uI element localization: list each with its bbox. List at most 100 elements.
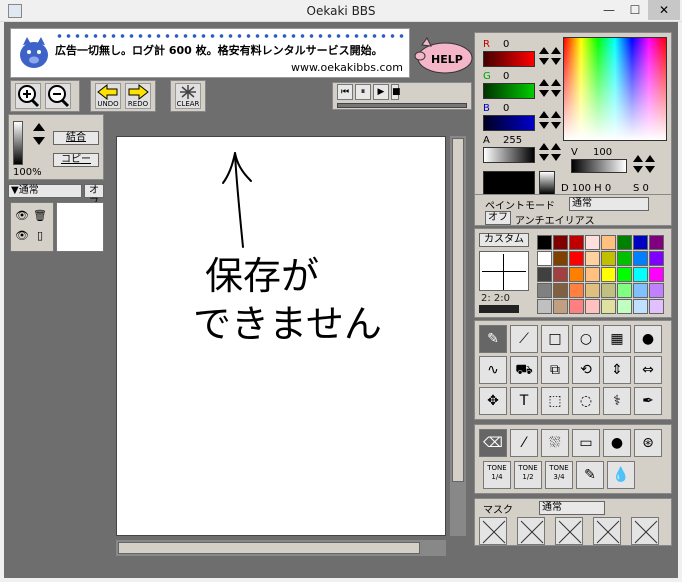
palette-swatch[interactable] [633, 267, 648, 282]
pen-icon[interactable]: ✎ [479, 325, 507, 353]
mask-mode-select[interactable]: 通常 [539, 501, 605, 515]
palette-swatch[interactable] [601, 235, 616, 250]
select-icon[interactable]: ⬚ [541, 387, 569, 415]
flip-h-icon[interactable]: ⇔ [634, 356, 662, 384]
canvas-vertical-scrollbar[interactable] [450, 136, 466, 536]
color-picker-square[interactable] [563, 37, 667, 141]
brush-size-bar[interactable] [479, 305, 519, 313]
filled-circle-icon[interactable]: ● [634, 325, 662, 353]
dropper-icon[interactable]: ✒ [634, 387, 662, 415]
palette-swatch[interactable] [553, 299, 568, 314]
play-button[interactable]: ▶ [373, 84, 389, 100]
antialias-toggle[interactable]: オフ [485, 211, 511, 225]
r-down-icon[interactable] [539, 58, 549, 65]
close-button[interactable]: ✕ [648, 0, 680, 20]
smudge-icon[interactable]: ⊛ [634, 429, 662, 457]
filled-rect-icon[interactable]: ▦ [603, 325, 631, 353]
palette-swatch[interactable] [585, 299, 600, 314]
layer-visibility-toggle[interactable]: オフ [84, 184, 104, 208]
palette-swatch[interactable] [601, 283, 616, 298]
v-up-icon[interactable] [633, 155, 643, 162]
mask-color-slot[interactable] [555, 517, 583, 545]
pause-button[interactable]: ⏸ [355, 84, 371, 100]
merge-button[interactable]: 結合 [53, 131, 99, 145]
v-up2-icon[interactable] [645, 155, 655, 162]
tone-12-button[interactable]: TONE 1/2 [514, 461, 542, 489]
v-down2-icon[interactable] [645, 166, 655, 173]
palette-swatch[interactable] [601, 251, 616, 266]
palette-swatch[interactable] [537, 299, 552, 314]
palette-swatch[interactable] [601, 267, 616, 282]
palette-swatch[interactable] [633, 283, 648, 298]
b-up-icon[interactable] [539, 111, 549, 118]
palette-swatch[interactable] [633, 299, 648, 314]
palette-swatch[interactable] [617, 251, 632, 266]
tone-34-button[interactable]: TONE 3/4 [545, 461, 573, 489]
paint-mode-select[interactable]: 通常 [569, 197, 649, 211]
b-up2-icon[interactable] [551, 111, 561, 118]
move-icon[interactable]: ✥ [479, 387, 507, 415]
mask-color-slot[interactable] [631, 517, 659, 545]
palette-swatch[interactable] [569, 299, 584, 314]
replay-progress[interactable] [337, 103, 467, 108]
mask-color-slot[interactable] [593, 517, 621, 545]
canvas-horizontal-scrollbar[interactable] [116, 540, 446, 556]
palette-swatch[interactable] [601, 299, 616, 314]
palette-swatch[interactable] [617, 299, 632, 314]
g-down-icon[interactable] [539, 90, 549, 97]
drawing-canvas[interactable]: 保存が できません [116, 136, 446, 536]
r-up-icon[interactable] [539, 47, 549, 54]
b-slider[interactable] [483, 115, 535, 131]
palette-swatch[interactable] [617, 235, 632, 250]
v-down-icon[interactable] [633, 166, 643, 173]
v-slider[interactable] [571, 159, 627, 173]
b-down-icon[interactable] [539, 122, 549, 129]
layer-thumbnail[interactable] [56, 202, 104, 252]
mask-color-slot[interactable] [517, 517, 545, 545]
pen-blur-button[interactable]: ✎ [576, 461, 604, 489]
spray-icon[interactable]: ⛆ [541, 429, 569, 457]
palette-swatch[interactable] [649, 299, 664, 314]
hscroll-thumb[interactable] [118, 542, 420, 554]
palette-swatch[interactable] [649, 235, 664, 250]
palette-swatch[interactable] [553, 235, 568, 250]
a-up-icon[interactable] [539, 143, 549, 150]
palette-swatch[interactable] [569, 283, 584, 298]
palette-swatch[interactable] [553, 267, 568, 282]
eye-icon[interactable]: 👁 [15, 209, 29, 223]
rewind-button[interactable]: ⏮ [337, 84, 353, 100]
zoom-in-button[interactable] [15, 83, 41, 109]
flip-v-icon[interactable]: ⇕ [603, 356, 631, 384]
opacity-up-icon[interactable] [33, 123, 45, 131]
palette-swatch[interactable] [617, 267, 632, 282]
palette-swatch[interactable] [649, 267, 664, 282]
a-slider[interactable] [483, 147, 535, 163]
step-button[interactable]: ■ [391, 84, 401, 100]
palette-swatch[interactable] [569, 251, 584, 266]
fill-icon[interactable]: ⛟ [510, 356, 538, 384]
banner-url[interactable]: www.oekakibbs.com [291, 61, 403, 74]
opacity-down-icon[interactable] [33, 137, 45, 145]
a-up2-icon[interactable] [551, 143, 561, 150]
palette-swatch[interactable] [649, 283, 664, 298]
mask-color-slot[interactable] [479, 517, 507, 545]
b-down2-icon[interactable] [551, 122, 561, 129]
dot-icon[interactable]: ● [603, 429, 631, 457]
minimize-button[interactable]: — [596, 0, 622, 20]
palette-swatch[interactable] [537, 235, 552, 250]
clear-button[interactable]: CLEAR [175, 83, 201, 109]
new-layer-icon[interactable]: ▯ [33, 229, 47, 243]
palette-swatch[interactable] [569, 235, 584, 250]
palette-swatch[interactable] [633, 235, 648, 250]
redo-button[interactable]: REDO [125, 83, 151, 109]
palette-swatch[interactable] [537, 251, 552, 266]
g-up2-icon[interactable] [551, 79, 561, 86]
a-down-icon[interactable] [539, 154, 549, 161]
palette-swatch[interactable] [569, 267, 584, 282]
undo-button[interactable]: UNDO [95, 83, 121, 109]
polyline-icon[interactable]: ⟋ [510, 325, 538, 353]
water-drop-button[interactable]: 💧 [607, 461, 635, 489]
g-down2-icon[interactable] [551, 90, 561, 97]
palette-swatch[interactable] [585, 267, 600, 282]
r-up2-icon[interactable] [551, 47, 561, 54]
